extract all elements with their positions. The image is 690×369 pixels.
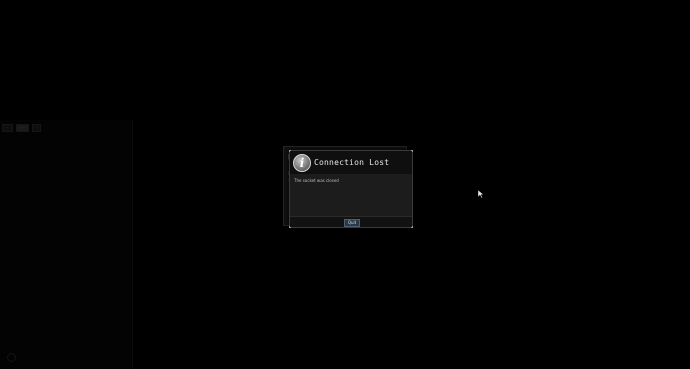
background-side-panel: [0, 120, 133, 369]
background-tab-bar: ·· ···· ·: [2, 124, 41, 132]
mouse-cursor-icon: [478, 190, 484, 198]
connection-lost-dialog: i Connection Lost The socket was closed …: [289, 150, 413, 228]
background-tab[interactable]: ··: [2, 124, 13, 132]
circle-icon: [7, 353, 16, 362]
dialog-title: Connection Lost: [314, 158, 390, 167]
dialog-footer: Quit: [290, 216, 412, 227]
background-tab[interactable]: ····: [15, 124, 29, 132]
info-icon: i: [293, 154, 311, 172]
quit-button[interactable]: Quit: [344, 219, 360, 227]
background-tab[interactable]: ·: [31, 124, 41, 132]
dialog-message: The socket was closed: [294, 178, 339, 183]
dialog-header: i Connection Lost: [290, 151, 412, 174]
